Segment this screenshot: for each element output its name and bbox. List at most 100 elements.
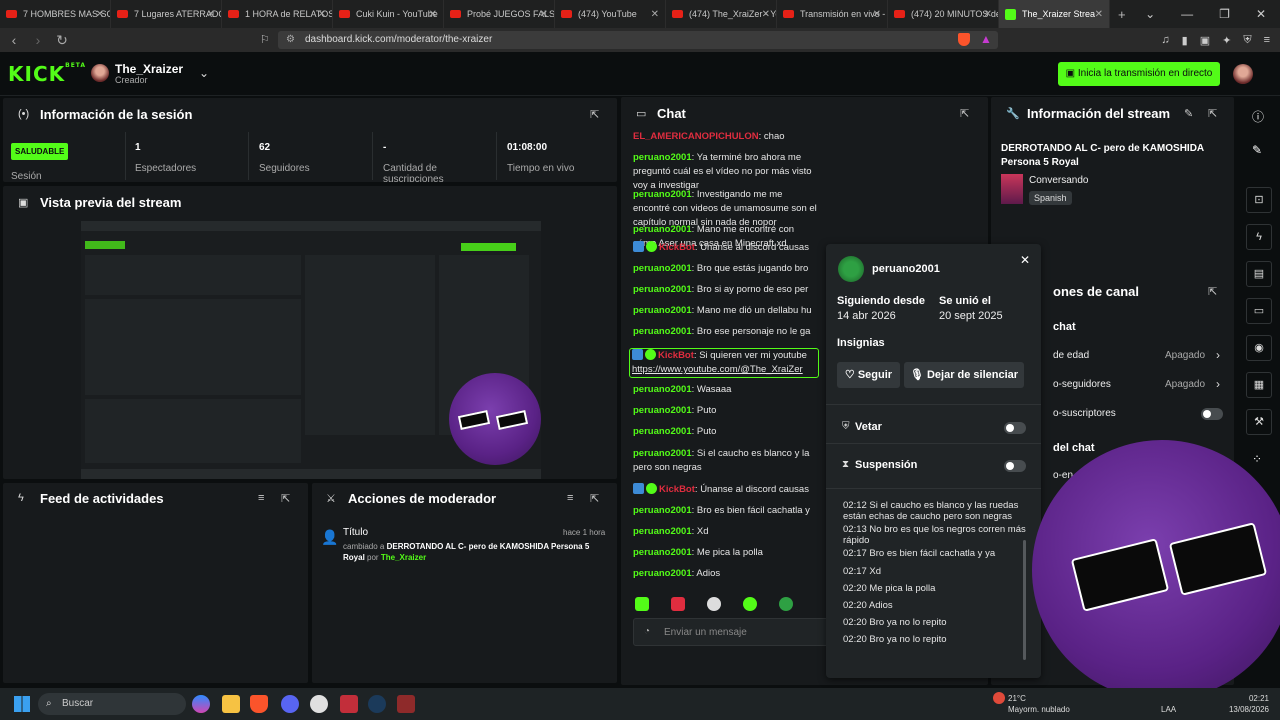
emote-icon[interactable] [707, 597, 721, 611]
emote-icon[interactable] [671, 597, 685, 611]
tab-search-icon[interactable]: ⌄ [1145, 7, 1155, 21]
timeout-toggle[interactable] [1004, 460, 1026, 472]
browser-tab-active[interactable]: The_Xraizer Strea ✕ [999, 0, 1110, 28]
info-icon[interactable]: ⓘ [1252, 108, 1264, 125]
follow-button[interactable]: ♡ Seguir [837, 362, 900, 388]
browser-tab[interactable]: Cuki Kuin - YouTube ✕ [333, 0, 444, 28]
browser-tab[interactable]: 1 HORA de RELATOS D✕ [222, 0, 333, 28]
tool-button-wrench[interactable]: ⚒ [1246, 409, 1272, 435]
close-icon[interactable]: ✕ [1020, 253, 1030, 267]
browser-tab[interactable]: (474) The_XraiZer - Yo ✕ [666, 0, 777, 28]
maximize-button[interactable]: ❐ [1219, 7, 1230, 21]
chat-username[interactable]: peruano2001 [633, 384, 692, 395]
windows-start-icon[interactable] [14, 696, 30, 712]
option-followers-value[interactable]: Apagado [1165, 379, 1205, 390]
chat-username[interactable]: peruano2001 [633, 305, 692, 316]
chat-username[interactable]: peruano2001 [633, 568, 692, 579]
wallet-icon[interactable]: ▣ [1200, 34, 1210, 47]
app-icon[interactable] [397, 695, 415, 713]
chat-username[interactable]: KickBot [658, 350, 694, 361]
chat-username[interactable]: KickBot [659, 242, 695, 253]
browser-tab[interactable]: 7 Lugares ATERRADOR✕ [111, 0, 222, 28]
close-tab-icon[interactable]: ✕ [207, 9, 215, 20]
close-tab-icon[interactable]: ✕ [429, 9, 437, 20]
channel-name[interactable]: The_Xraizer [115, 62, 183, 76]
clock[interactable]: 02:21 13/08/2026 [1221, 693, 1269, 715]
brave-icon[interactable] [250, 695, 268, 713]
close-tab-icon[interactable]: ✕ [540, 9, 548, 20]
chat-username[interactable]: KickBot [659, 484, 695, 495]
chat-username[interactable]: peruano2001 [633, 284, 692, 295]
chat-username[interactable]: peruano2001 [633, 152, 692, 163]
browser-tab[interactable]: (474) YouTube ✕ [555, 0, 666, 28]
steam-icon[interactable] [368, 695, 386, 713]
filter-icon[interactable]: ≡ [567, 492, 573, 504]
weather-widget[interactable]: 21°C Mayorm. nublado [1008, 693, 1070, 715]
vpn-icon[interactable]: ⛨ [1243, 34, 1251, 47]
edit-icon[interactable]: ✎ [1184, 107, 1193, 120]
sidebar-icon[interactable]: ▮ [1182, 34, 1188, 47]
emote-icon[interactable] [743, 597, 757, 611]
channel-avatar[interactable] [91, 64, 109, 82]
subscribers-toggle[interactable] [1201, 408, 1223, 420]
chat-username[interactable]: EL_AMERICANOPICHULON [633, 131, 759, 142]
tool-button-layout[interactable]: ▦ [1246, 372, 1272, 398]
option-age-value[interactable]: Apagado [1165, 350, 1205, 361]
chat-username[interactable]: peruano2001 [633, 547, 692, 558]
emote-icon[interactable] [635, 597, 649, 611]
file-explorer-icon[interactable] [222, 695, 240, 713]
brave-rewards-icon[interactable]: ▲ [980, 32, 992, 46]
browser-tab[interactable]: Transmisión en vivo - ✕ [777, 0, 888, 28]
app-icon[interactable] [310, 695, 328, 713]
ban-toggle[interactable] [1004, 422, 1026, 434]
close-tab-icon[interactable]: ✕ [318, 9, 326, 20]
chat-username[interactable]: peruano2001 [633, 263, 692, 274]
stream-preview-video[interactable] [81, 221, 541, 479]
popup-username[interactable]: peruano2001 [872, 263, 940, 275]
close-tab-icon[interactable]: ✕ [1095, 9, 1103, 20]
url-field[interactable]: ⚙ dashboard.kick.com/moderator/the-xraiz… [278, 31, 998, 49]
new-tab-button[interactable]: + [1110, 7, 1134, 22]
bookmark-icon[interactable]: ⚐ [260, 33, 270, 46]
app-icon[interactable] [340, 695, 358, 713]
minimize-button[interactable]: — [1181, 7, 1193, 21]
emote-icon[interactable] [779, 597, 793, 611]
tool-button-clipboard[interactable]: ▤ [1246, 261, 1272, 287]
chat-username[interactable]: peruano2001 [633, 426, 692, 437]
brave-shield-icon[interactable] [958, 33, 970, 46]
filter-icon[interactable]: ≡ [258, 492, 264, 504]
browser-tab[interactable]: Probé JUEGOS FALSOS✕ [444, 0, 555, 28]
kick-logo[interactable]: KICKBETA [8, 62, 86, 86]
tool-button-broadcast[interactable]: ◉ [1246, 335, 1272, 361]
reload-icon[interactable]: ↻ [52, 32, 72, 49]
chat-username[interactable]: peruano2001 [633, 405, 692, 416]
chat-username[interactable]: peruano2001 [633, 526, 692, 537]
unmute-button[interactable]: 🎙 Dejar de silenciar [904, 362, 1024, 388]
chat-username[interactable]: peruano2001 [633, 189, 692, 200]
more-icon[interactable]: ⁘ [1252, 452, 1262, 466]
close-tab-icon[interactable]: ✕ [984, 9, 992, 20]
copilot-icon[interactable] [192, 695, 210, 713]
chat-username[interactable]: peruano2001 [633, 505, 692, 516]
chat-username[interactable]: peruano2001 [633, 448, 692, 459]
tool-button-bolt[interactable]: ϟ [1246, 224, 1272, 250]
chevron-down-icon[interactable]: ⌄ [199, 66, 209, 80]
chevron-right-icon[interactable]: › [1216, 377, 1220, 391]
popout-icon[interactable]: ⇱ [590, 108, 599, 121]
back-icon[interactable]: ‹ [4, 32, 24, 48]
leo-icon[interactable]: ✦ [1222, 34, 1231, 47]
browser-tab[interactable]: 7 HOMBRES MAS SOB ✕ [0, 0, 111, 28]
close-tab-icon[interactable]: ✕ [96, 9, 104, 20]
chevron-right-icon[interactable]: › [1216, 348, 1220, 362]
popout-icon[interactable]: ⇱ [590, 492, 599, 505]
discord-icon[interactable] [281, 695, 299, 713]
tool-button-camera[interactable]: ⊡ [1246, 187, 1272, 213]
browser-tab[interactable]: (474) 20 MINUTOS de ✕ [888, 0, 999, 28]
chat-username[interactable]: peruano2001 [633, 326, 692, 337]
go-live-button[interactable]: ▣ Inicia la transmisión en directo [1058, 62, 1220, 86]
close-tab-icon[interactable]: ✕ [651, 9, 659, 20]
history-scrollbar[interactable] [1023, 540, 1026, 660]
taskbar-search[interactable]: ⌕ Buscar [38, 693, 186, 715]
popout-icon[interactable]: ⇱ [1208, 285, 1217, 298]
popout-icon[interactable]: ⇱ [281, 492, 290, 505]
